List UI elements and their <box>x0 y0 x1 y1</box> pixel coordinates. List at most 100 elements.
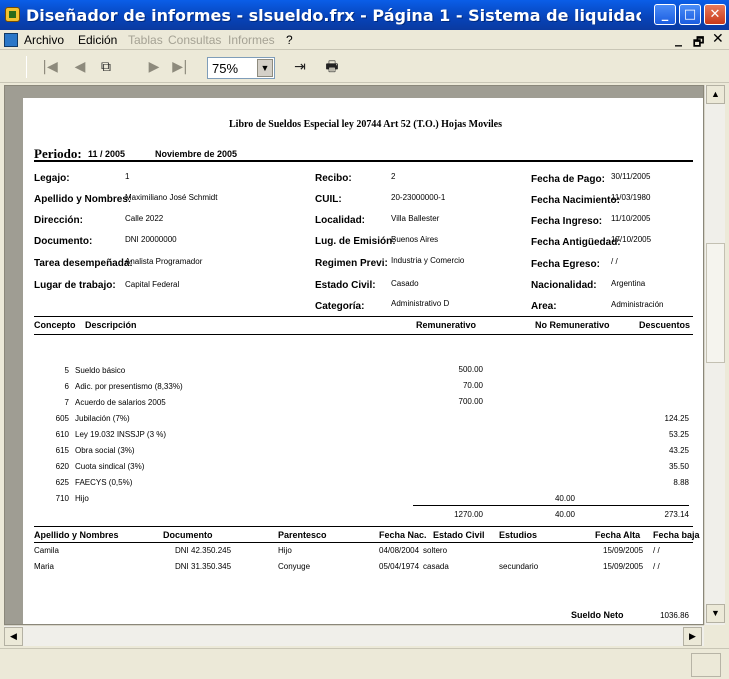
nacionalidad-label: Nacionalidad: <box>531 280 597 291</box>
familia-fecha-nac: 05/04/1974 <box>379 562 420 571</box>
periodo-value: 11 / 2005 <box>88 149 126 159</box>
menu-help[interactable]: ? <box>286 33 293 47</box>
multi-page-icon[interactable]: ⧉ <box>96 58 116 76</box>
fecha-pago-label: Fecha de Pago: <box>531 174 605 185</box>
familia-fecha-alta: 15/09/2005 <box>603 546 644 555</box>
categoria-label: Categoría: <box>315 301 365 312</box>
concepto-code: 625 <box>55 478 69 487</box>
apellido-label: Apellido y Nombres: <box>34 194 132 205</box>
zoom-combo[interactable]: 75% ▼ <box>207 57 275 79</box>
legajo-value: 1 <box>125 172 130 181</box>
direccion-label: Dirección: <box>34 215 83 226</box>
sueldo-neto-value: 1036.86 <box>660 611 689 620</box>
familia-fecha-nac-header: Fecha Nac. <box>379 530 427 540</box>
menu-edicion[interactable]: Edición <box>78 33 117 47</box>
scroll-up-icon[interactable]: ▲ <box>706 85 725 104</box>
first-page-icon[interactable]: |◀ <box>40 58 60 76</box>
concepto-header: Concepto <box>34 320 76 330</box>
concepto-descuento: 35.50 <box>668 462 689 471</box>
documento-label: Documento: <box>34 236 93 247</box>
concepto-code: 615 <box>55 446 69 455</box>
categoria-value: Administrativo D <box>391 299 450 308</box>
familia-documento: DNI 31.350.345 <box>175 562 232 571</box>
familia-documento: DNI 42.350.245 <box>175 546 232 555</box>
familia-parentesco: Conyuge <box>278 562 311 571</box>
menu-tablas[interactable]: Tablas <box>128 33 163 47</box>
horizontal-scrollbar[interactable]: ◀ ▶ <box>4 625 704 646</box>
maximize-button[interactable]: □ <box>679 4 701 25</box>
app-icon[interactable] <box>5 7 20 22</box>
sueldo-neto-label: Sueldo Neto <box>571 610 624 620</box>
fecha-nacimiento-value: 11/03/1980 <box>611 193 651 202</box>
concepto-code: 5 <box>64 366 69 375</box>
scroll-left-icon[interactable]: ◀ <box>4 627 23 646</box>
total-remunerativo: 1270.00 <box>454 510 483 519</box>
area-value: Administración <box>611 300 664 309</box>
nacionalidad-value: Argentina <box>611 279 646 288</box>
lugar-trabajo-label: Lugar de trabajo: <box>34 280 116 291</box>
concepto-desc: Obra social (3%) <box>75 446 135 455</box>
title-bar: Diseñador de informes - slsueldo.frx - P… <box>0 0 729 30</box>
concepto-desc: Sueldo básico <box>75 366 126 375</box>
scroll-right-icon[interactable]: ▶ <box>683 627 702 646</box>
resize-grip[interactable] <box>691 653 721 677</box>
documento-value: DNI 20000000 <box>125 235 177 244</box>
concepto-desc: Adic. por presentismo (8,33%) <box>75 382 183 391</box>
recibo-value: 2 <box>391 172 396 181</box>
vertical-scrollbar[interactable]: ▲ ▼ <box>704 85 725 625</box>
concepto-code: 605 <box>55 414 69 423</box>
print-icon[interactable]: 🖶 <box>322 58 342 76</box>
concepto-no-rem: 40.00 <box>554 494 575 503</box>
cuil-value: 20-23000000-1 <box>391 193 446 202</box>
lug-emision-label: Lug. de Emisión: <box>315 236 396 247</box>
concepto-descuento: 124.25 <box>664 414 689 423</box>
previous-page-icon[interactable]: ◀ <box>70 58 90 76</box>
mdi-close-button[interactable]: ✕ <box>712 31 724 47</box>
familia-nombre: Camila <box>34 546 59 555</box>
chevron-down-icon[interactable]: ▼ <box>257 59 273 77</box>
concepto-desc: Cuota sindical (3%) <box>75 462 145 471</box>
familia-estudios-header: Estudios <box>499 530 538 540</box>
total-no-remunerativo: 40.00 <box>554 510 575 519</box>
mdi-minimize-button[interactable]: _ <box>675 31 682 47</box>
last-page-icon[interactable]: ▶| <box>170 58 190 76</box>
concepto-rem: 70.00 <box>462 381 483 390</box>
remunerativo-header: Remunerativo <box>416 320 477 330</box>
fecha-antiguedad-label: Fecha Antigüedad: <box>531 237 621 248</box>
divider <box>34 526 693 527</box>
recibo-label: Recibo: <box>315 173 352 184</box>
fecha-pago-value: 30/11/2005 <box>611 172 651 181</box>
familia-apellido-header: Apellido y Nombres <box>34 530 119 540</box>
concepto-desc: Ley 19.032 INSSJP (3 %) <box>75 430 167 439</box>
cuil-label: CUIL: <box>315 194 342 205</box>
familia-fecha-baja-header: Fecha baja <box>653 530 700 540</box>
familia-parentesco: Hijo <box>278 546 292 555</box>
tarea-value: Analista Programador <box>125 257 203 266</box>
direccion-value: Calle 2022 <box>125 214 164 223</box>
exit-preview-icon[interactable]: ⇥ <box>290 58 310 76</box>
concepto-code: 7 <box>64 398 69 407</box>
apellido-value: Maximiliano José Schmidt <box>125 193 218 202</box>
familia-estado-civil: casada <box>423 562 449 571</box>
regimen-label: Regimen Previ: <box>315 258 388 269</box>
report-title: Libro de Sueldos Especial ley 20744 Art … <box>229 119 502 130</box>
concepto-code: 710 <box>55 494 69 503</box>
concepto-descuento: 43.25 <box>668 446 689 455</box>
next-page-icon[interactable]: ▶ <box>144 58 164 76</box>
minimize-button[interactable]: _ <box>654 4 676 25</box>
regimen-value: Industria y Comercio <box>391 256 465 265</box>
menu-informes[interactable]: Informes <box>228 33 275 47</box>
scroll-down-icon[interactable]: ▼ <box>706 604 725 623</box>
familia-estado-civil-header: Estado Civil <box>433 530 485 540</box>
toolbar-separator <box>26 56 27 78</box>
concepto-desc: Acuerdo de salarios 2005 <box>75 398 166 407</box>
scroll-thumb[interactable] <box>706 243 725 363</box>
menu-consultas[interactable]: Consultas <box>168 33 221 47</box>
document-icon[interactable] <box>4 33 18 47</box>
familia-documento-header: Documento <box>163 530 213 540</box>
menu-archivo[interactable]: Archivo <box>24 33 64 47</box>
concepto-rem: 500.00 <box>458 365 483 374</box>
divider <box>34 334 693 335</box>
area-label: Area: <box>531 301 557 312</box>
close-button[interactable]: ✕ <box>704 4 726 25</box>
